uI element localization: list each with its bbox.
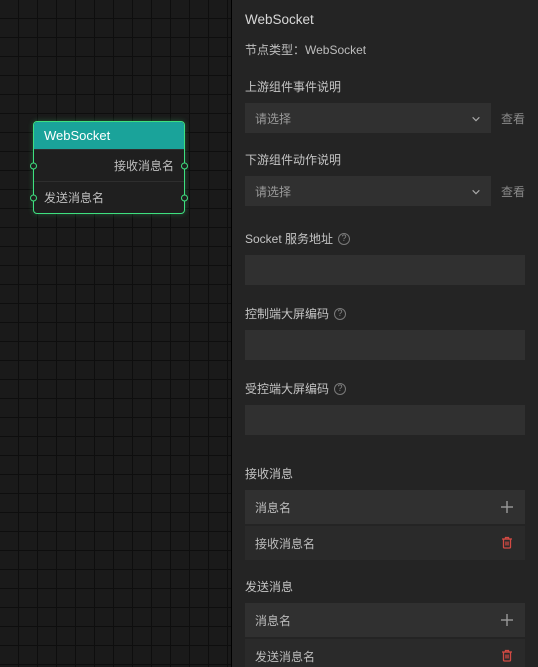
control-code-input[interactable] bbox=[245, 330, 525, 360]
controlled-code-input[interactable] bbox=[245, 405, 525, 435]
chevron-down-icon bbox=[471, 113, 481, 123]
send-column-label: 消息名 bbox=[255, 612, 291, 629]
downstream-select-value: 请选择 bbox=[255, 183, 291, 200]
controlled-code-label: 受控端大屏编码 ? bbox=[245, 380, 525, 397]
recv-list-header: 消息名 bbox=[245, 490, 525, 524]
delete-recv-button[interactable] bbox=[499, 535, 515, 551]
send-list-header: 消息名 bbox=[245, 603, 525, 637]
add-send-button[interactable] bbox=[499, 612, 515, 628]
control-code-label: 控制端大屏编码 ? bbox=[245, 305, 525, 322]
node-canvas[interactable]: WebSocket 接收消息名 发送消息名 bbox=[0, 0, 232, 667]
recv-list-row[interactable]: 接收消息名 bbox=[245, 526, 525, 560]
delete-send-button[interactable] bbox=[499, 648, 515, 664]
recv-section-label: 接收消息 bbox=[245, 465, 525, 482]
upstream-view-link[interactable]: 查看 bbox=[501, 110, 525, 127]
upstream-select-value: 请选择 bbox=[255, 110, 291, 127]
input-port-icon[interactable] bbox=[30, 162, 37, 169]
help-icon[interactable]: ? bbox=[334, 383, 346, 395]
properties-panel: WebSocket 节点类型：WebSocket 上游组件事件说明 请选择 查看… bbox=[232, 0, 538, 667]
node-input-row[interactable]: 发送消息名 bbox=[34, 181, 184, 213]
panel-title: WebSocket bbox=[245, 12, 525, 27]
downstream-select[interactable]: 请选择 bbox=[245, 176, 491, 206]
node-output-label: 接收消息名 bbox=[114, 159, 174, 173]
add-recv-button[interactable] bbox=[499, 499, 515, 515]
send-list-row[interactable]: 发送消息名 bbox=[245, 639, 525, 667]
node-title: WebSocket bbox=[34, 122, 184, 149]
help-icon[interactable]: ? bbox=[334, 308, 346, 320]
node-type-label: 节点类型：WebSocket bbox=[245, 41, 525, 58]
recv-column-label: 消息名 bbox=[255, 499, 291, 516]
upstream-select[interactable]: 请选择 bbox=[245, 103, 491, 133]
socket-addr-input[interactable] bbox=[245, 255, 525, 285]
chevron-down-icon bbox=[471, 186, 481, 196]
upstream-label: 上游组件事件说明 bbox=[245, 78, 525, 95]
send-section-label: 发送消息 bbox=[245, 578, 525, 595]
recv-item-label: 接收消息名 bbox=[255, 535, 315, 552]
send-item-label: 发送消息名 bbox=[255, 648, 315, 665]
websocket-node[interactable]: WebSocket 接收消息名 发送消息名 bbox=[33, 121, 185, 214]
recv-list: 消息名 接收消息名 bbox=[245, 490, 525, 560]
output-port-icon[interactable] bbox=[181, 162, 188, 169]
node-input-label: 发送消息名 bbox=[44, 191, 104, 205]
downstream-label: 下游组件动作说明 bbox=[245, 151, 525, 168]
socket-addr-label: Socket 服务地址 ? bbox=[245, 230, 525, 247]
output-port-icon[interactable] bbox=[181, 194, 188, 201]
input-port-icon[interactable] bbox=[30, 194, 37, 201]
node-output-row[interactable]: 接收消息名 bbox=[34, 149, 184, 181]
send-list: 消息名 发送消息名 bbox=[245, 603, 525, 667]
downstream-view-link[interactable]: 查看 bbox=[501, 183, 525, 200]
help-icon[interactable]: ? bbox=[338, 233, 350, 245]
